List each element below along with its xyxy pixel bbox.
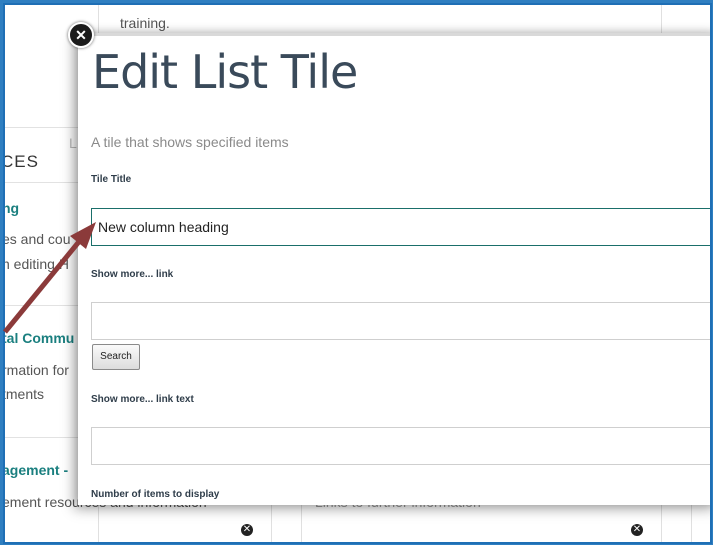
row-divider bbox=[5, 305, 78, 306]
close-icon[interactable]: ✕ bbox=[631, 524, 643, 536]
dialog-description: A tile that shows specified items bbox=[91, 134, 289, 150]
close-icon[interactable]: ✕ bbox=[68, 22, 94, 48]
show-more-link-input[interactable] bbox=[91, 302, 710, 340]
row-divider bbox=[5, 127, 78, 128]
app-frame: training. L CES ng es and cou n editing … bbox=[3, 3, 712, 544]
close-icon[interactable]: ✕ bbox=[241, 524, 253, 536]
show-more-link-text-label: Show more... link text bbox=[91, 394, 194, 405]
background-text: n editing H bbox=[3, 256, 69, 272]
background-link[interactable]: tal Commu bbox=[5, 330, 74, 346]
show-more-link-label: Show more... link bbox=[91, 269, 174, 280]
section-heading: CES bbox=[3, 152, 39, 171]
show-more-link-text-input[interactable] bbox=[91, 427, 710, 465]
background-text: training. bbox=[120, 15, 170, 31]
number-of-items-label: Number of items to display bbox=[91, 489, 220, 500]
dialog-title: Edit List Tile bbox=[92, 45, 358, 99]
background-text: L bbox=[69, 135, 77, 151]
tile-title-input[interactable] bbox=[91, 208, 710, 246]
background-text: es and cou bbox=[3, 231, 71, 247]
dialog-top-border bbox=[78, 33, 710, 36]
background-text: rmation for bbox=[3, 362, 69, 378]
background-text: tments bbox=[3, 386, 45, 402]
search-button[interactable]: Search bbox=[92, 344, 140, 370]
edit-tile-dialog: Edit List Tile A tile that shows specifi… bbox=[78, 33, 710, 505]
background-link[interactable]: agement - bbox=[5, 462, 68, 478]
row-divider bbox=[5, 437, 78, 438]
background-link[interactable]: ng bbox=[5, 200, 19, 216]
tile-title-label: Tile Title bbox=[91, 174, 132, 185]
row-divider bbox=[5, 182, 78, 183]
